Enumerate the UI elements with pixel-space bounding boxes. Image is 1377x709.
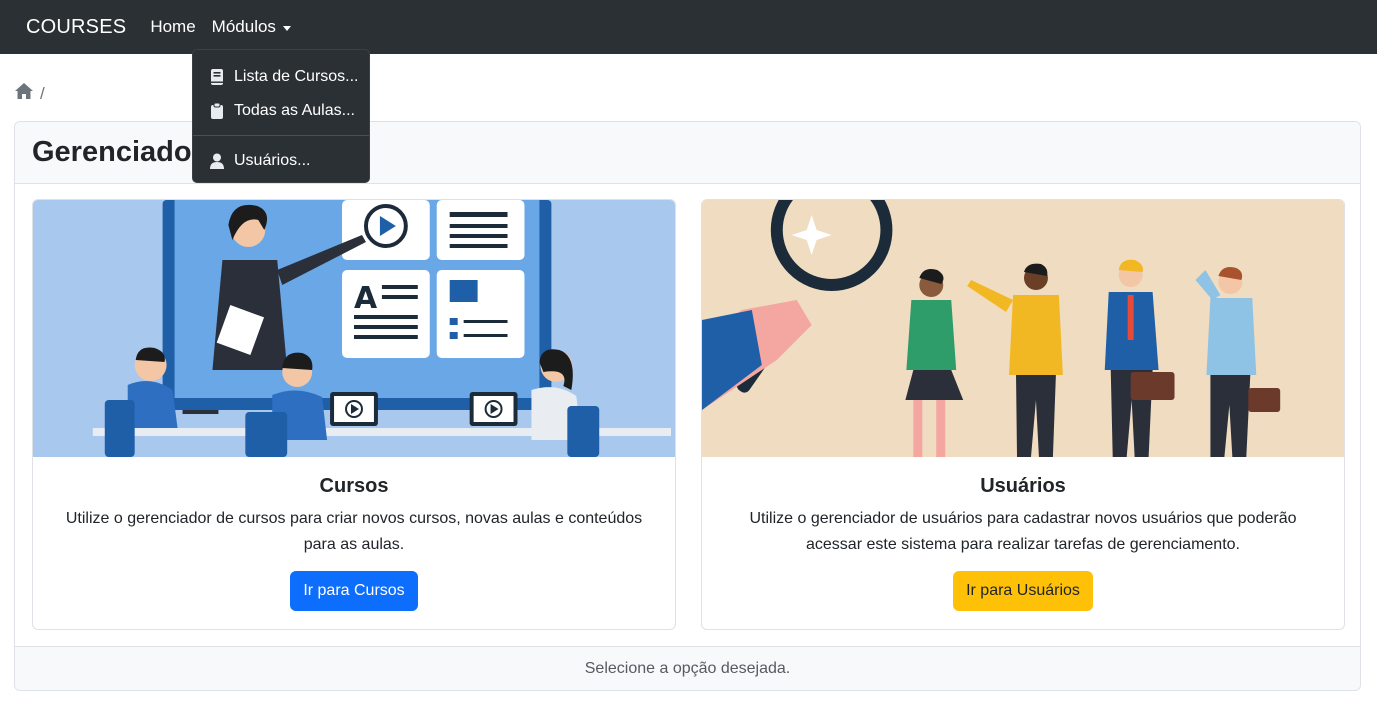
manager-panel: Gerenciador A Cursos Utilize o gerenciad… bbox=[14, 121, 1361, 691]
brand-link[interactable]: COURSES bbox=[26, 16, 126, 39]
dropdown-item-all-lessons[interactable]: Todas as Aulas... bbox=[193, 94, 369, 128]
courses-illustration: A bbox=[33, 200, 675, 457]
courses-card-text: Utilize o gerenciador de cursos para cri… bbox=[65, 510, 643, 553]
nav-home-link[interactable]: Home bbox=[150, 17, 195, 37]
dropdown-item-users[interactable]: Usuários... bbox=[193, 144, 369, 178]
courses-card-title: Cursos bbox=[319, 475, 389, 497]
book-icon bbox=[209, 69, 225, 85]
users-card-text: Utilize o gerenciador de usuários para c… bbox=[749, 510, 1297, 553]
courses-card-body: Cursos Utilize o gerenciador de cursos p… bbox=[33, 457, 675, 611]
nav-modules-label: Módulos bbox=[211, 17, 276, 36]
home-icon[interactable] bbox=[14, 82, 34, 105]
dropdown-divider bbox=[193, 135, 369, 136]
dropdown-item-label: Lista de Cursos... bbox=[234, 68, 359, 85]
go-to-users-button[interactable]: Ir para Usuários bbox=[953, 571, 1093, 611]
user-icon bbox=[209, 153, 225, 169]
dropdown-item-label: Usuários... bbox=[234, 152, 311, 169]
users-illustration bbox=[702, 200, 1344, 457]
top-navbar: COURSES Home Módulos bbox=[0, 0, 1377, 54]
page-title: Gerenciador bbox=[32, 136, 203, 168]
breadcrumb-separator: / bbox=[40, 83, 45, 103]
courses-card: A Cursos Utilize o gerenciador de cursos… bbox=[32, 199, 676, 630]
breadcrumb: / bbox=[14, 82, 45, 105]
nav-modules-dropdown-toggle[interactable]: Módulos bbox=[212, 17, 291, 37]
users-card-title: Usuários bbox=[980, 475, 1066, 497]
svg-text:A: A bbox=[354, 281, 378, 316]
clipboard-icon bbox=[209, 103, 225, 119]
users-card-body: Usuários Utilize o gerenciador de usuári… bbox=[702, 457, 1344, 611]
panel-footer: Selecione a opção desejada. bbox=[15, 646, 1360, 690]
dropdown-item-label: Todas as Aulas... bbox=[234, 102, 355, 119]
users-card: Usuários Utilize o gerenciador de usuári… bbox=[701, 199, 1345, 630]
dropdown-item-courses-list[interactable]: Lista de Cursos... bbox=[193, 60, 369, 94]
go-to-courses-button[interactable]: Ir para Cursos bbox=[290, 571, 418, 611]
modules-dropdown-menu: Lista de Cursos... Todas as Aulas... Usu… bbox=[192, 49, 370, 183]
chevron-down-icon bbox=[282, 25, 291, 31]
